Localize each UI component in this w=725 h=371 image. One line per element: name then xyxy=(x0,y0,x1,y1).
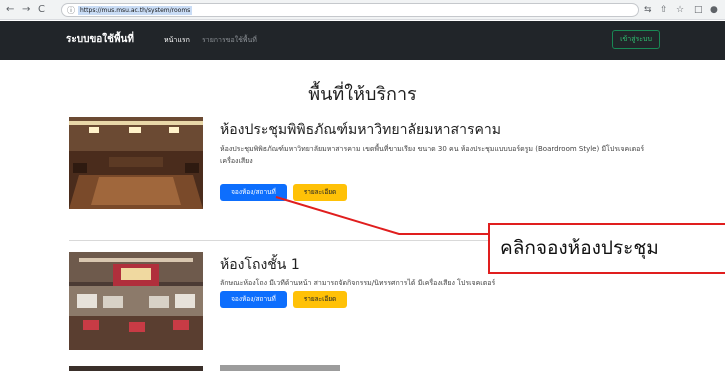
annotation-callout: คลิกจองห้องประชุม xyxy=(488,223,725,274)
annotation-arrow-line xyxy=(275,196,490,235)
annotation-text: คลิกจองห้องประชุม xyxy=(500,237,659,259)
